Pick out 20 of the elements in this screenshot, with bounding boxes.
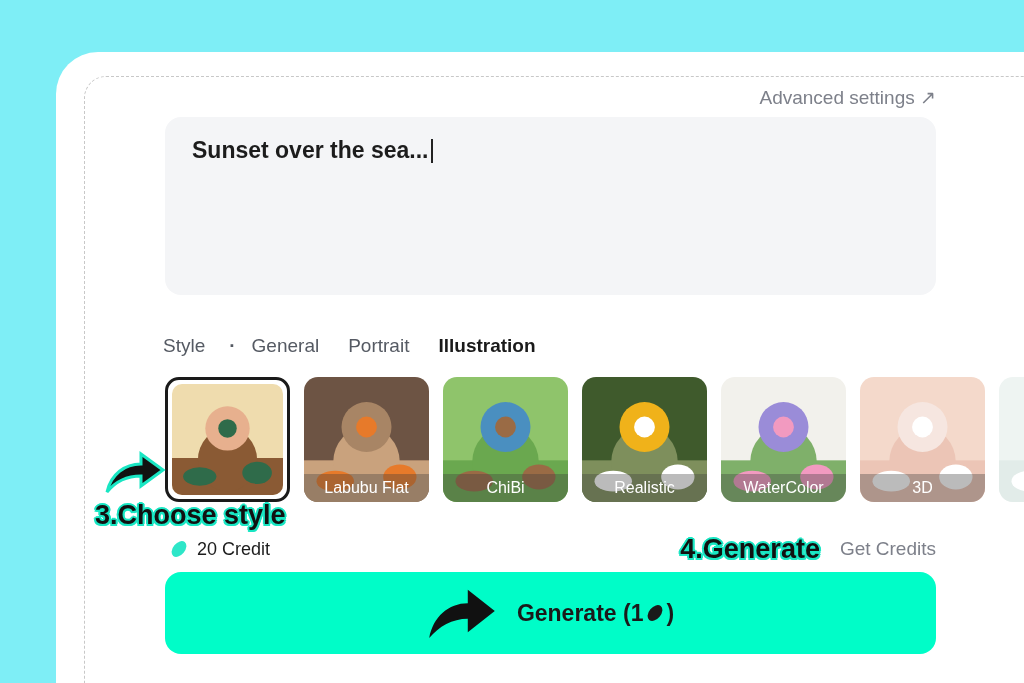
style-caption: Labubu Flat — [304, 474, 429, 502]
style-caption: Realistic — [582, 474, 707, 502]
style-tab[interactable]: Illustration — [438, 335, 536, 357]
style-tab[interactable]: Portrait — [348, 335, 410, 357]
generate-button[interactable]: Generate (1 ) — [165, 572, 936, 654]
style-card[interactable] — [165, 377, 290, 502]
prompt-field[interactable]: Sunset over the sea... — [165, 117, 936, 295]
separator-dot: · — [229, 335, 236, 357]
annotation-label: 4.Generate — [680, 533, 820, 565]
advanced-settings-link[interactable]: Advanced settings ↗ — [759, 85, 936, 109]
style-caption: ChiBi — [443, 474, 568, 502]
style-caption: 3D — [860, 474, 985, 502]
annotation-label: 3.Choose style — [95, 500, 286, 531]
credit-balance: 20 Credit — [197, 538, 271, 560]
style-tab[interactable]: General — [251, 335, 320, 357]
get-credits-link[interactable]: Get Credits — [839, 538, 936, 560]
style-caption: WaterColor — [721, 474, 846, 502]
style-label: Style — [163, 335, 206, 357]
bean-icon — [169, 539, 189, 559]
text-cursor — [431, 139, 434, 163]
